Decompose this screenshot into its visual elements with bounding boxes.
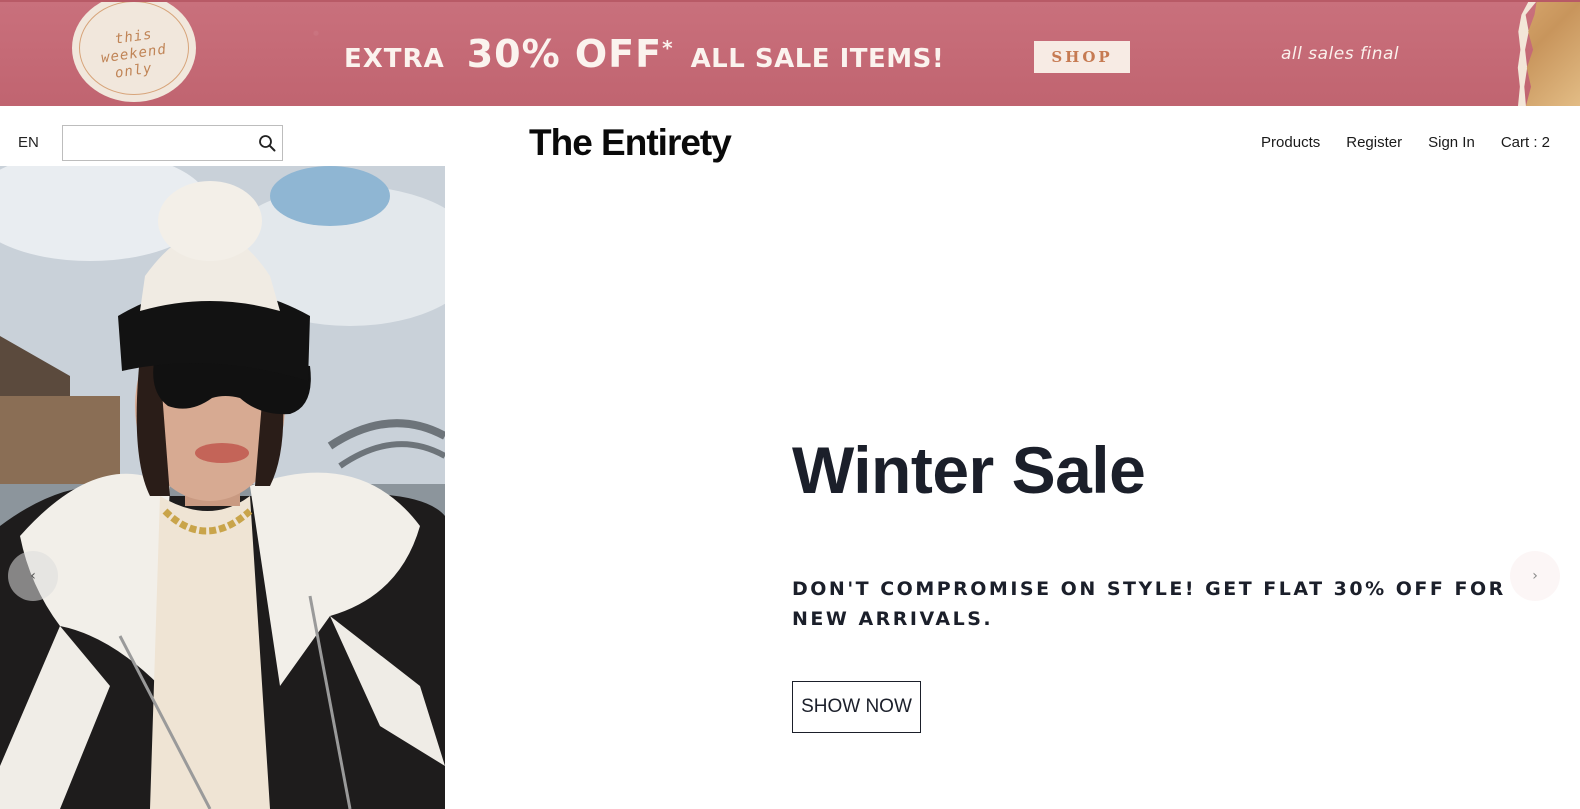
promo-banner[interactable]: this weekend only EXTRA 30% OFF * ALL SA… [0,0,1580,106]
search-icon[interactable] [258,134,276,152]
search-box [62,125,283,161]
carousel-next-button[interactable]: › [1510,551,1560,601]
stamp-line-1: this [114,25,154,48]
weekend-only-stamp: this weekend only [72,2,196,102]
promo-asterisk: * [662,36,673,60]
nav-sign-in[interactable]: Sign In [1428,134,1475,151]
site-header: EN The Entirety Products Register Sign I… [0,106,1580,166]
hero-subtitle: DON'T COMPROMISE ON STYLE! GET FLAT 30% … [792,578,1506,630]
promo-final-note: all sales final [1281,44,1400,64]
promo-percent: 30% OFF [466,32,663,76]
nav-products[interactable]: Products [1261,134,1320,151]
promo-items: ALL SALE ITEMS! [690,44,945,74]
promo-extra: EXTRA [344,44,445,74]
show-now-button[interactable]: SHOW NOW [792,681,921,733]
carousel-prev-button[interactable]: ‹ [8,551,58,601]
nav-cart[interactable]: Cart : 2 [1501,134,1550,151]
search-input[interactable] [63,126,253,160]
model-illustration [0,166,445,809]
main-nav: Products Register Sign In Cart : 2 [1261,134,1550,151]
hero-title: Winter Sale [792,433,1146,507]
nav-register[interactable]: Register [1346,134,1402,151]
stamp-line-2: weekend [100,40,168,67]
promo-headline: EXTRA 30% OFF * ALL SALE ITEMS! [344,32,944,80]
chevron-left-icon: ‹ [30,568,36,584]
chevron-right-icon: › [1532,568,1538,584]
hero-image [0,166,445,809]
promo-shop-button[interactable]: SHOP [1034,41,1130,73]
language-selector[interactable]: EN [18,134,39,151]
site-logo[interactable]: The Entirety [529,122,732,164]
stamp-line-3: only [114,59,154,82]
